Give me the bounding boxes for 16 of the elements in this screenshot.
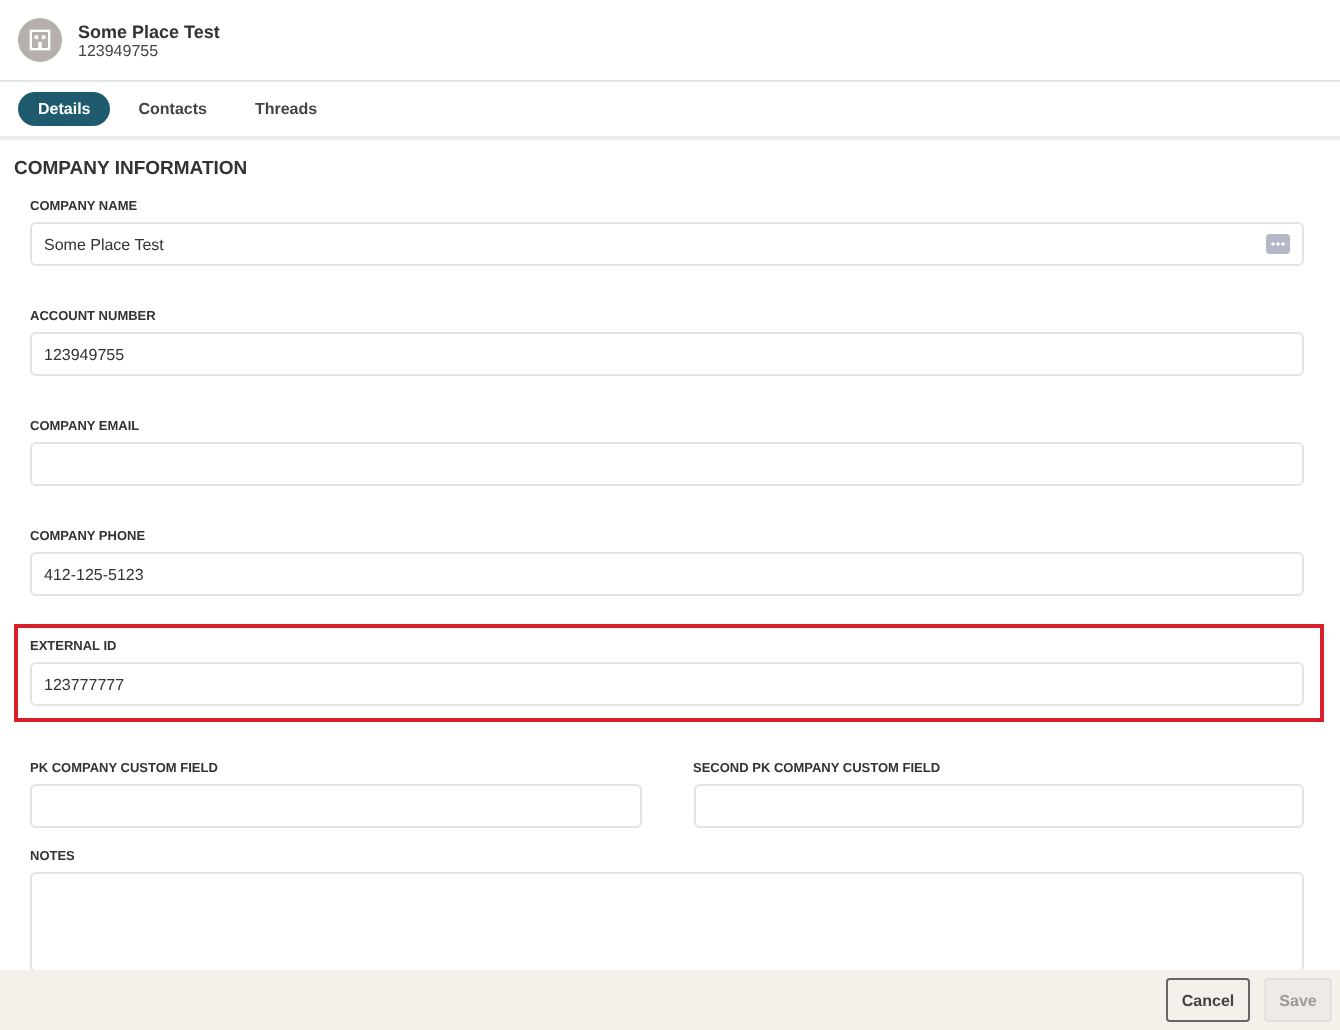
input-field[interactable] [693,784,1304,828]
section-title: COMPANY INFORMATION [14,158,250,180]
input-field[interactable] [30,442,1304,486]
input-field[interactable]: 123777777 [30,662,1304,706]
tab[interactable]: Contacts [118,92,227,126]
input-field[interactable]: 123949755 [30,332,1304,376]
cancel-button[interactable]: Cancel [1166,978,1250,1022]
input-field[interactable] [30,784,641,828]
building-icon [18,18,62,62]
input-field[interactable]: Some Place Test [30,222,1304,266]
company-title: Some Place Test [78,21,220,41]
tab[interactable]: Details [18,92,111,126]
tab[interactable]: Threads [234,92,338,126]
company-id: 123949755 [78,41,161,59]
more-icon[interactable] [1266,234,1290,254]
input-field[interactable]: 412-125-5123 [30,552,1304,596]
